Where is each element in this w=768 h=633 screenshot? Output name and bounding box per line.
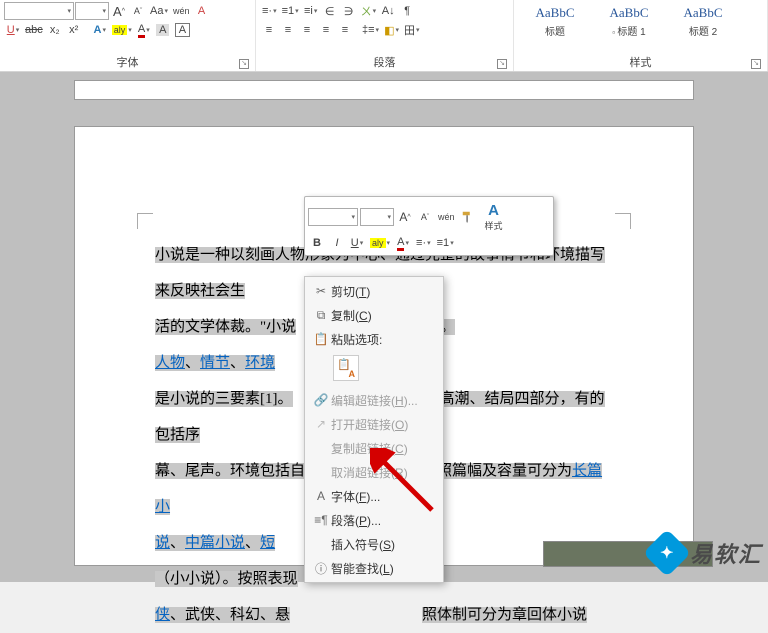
shrink-font-button[interactable]: Aˇ	[129, 2, 147, 20]
copy-icon: ⧉	[311, 308, 331, 323]
grow-font-button[interactable]: A^	[110, 2, 128, 20]
menu-open-hyperlink: ↗ 打开超链接(O)	[307, 412, 441, 436]
font-name-combo[interactable]	[4, 2, 74, 20]
mini-shrink-font[interactable]: Aˇ	[416, 208, 434, 226]
link-people[interactable]: 人物	[155, 355, 185, 371]
mini-font-name[interactable]	[308, 208, 358, 226]
mini-numbering[interactable]: ≡1	[435, 234, 456, 252]
style-item-heading1[interactable]: AaBbC 标题 1	[592, 2, 666, 52]
distribute-button[interactable]: ≡	[336, 21, 354, 39]
underline-button[interactable]: U	[4, 21, 22, 39]
mini-toolbar: A^ Aˇ wén A 样式 B I U aly A ≡· ≡1	[304, 196, 554, 256]
char-border-button[interactable]: A	[173, 21, 192, 39]
ribbon: A^ Aˇ Aa wén A U abc x₂ x² A aly A A A 字…	[0, 0, 768, 72]
mini-italic[interactable]: I	[328, 234, 346, 252]
menu-insert-symbol[interactable]: 插入符号(S)	[307, 532, 441, 556]
mini-highlight[interactable]: aly	[368, 234, 392, 252]
margin-corner-tr	[615, 213, 631, 229]
menu-paragraph[interactable]: ≡¶ 段落(P)...	[307, 508, 441, 532]
link-plot[interactable]: 情节	[200, 355, 230, 371]
link-long-novel-2[interactable]: 说	[155, 535, 170, 551]
paragraph-dialog-launcher[interactable]: ↘	[497, 59, 507, 69]
menu-cut[interactable]: ✂ 剪切(T)	[307, 279, 441, 303]
change-case-button[interactable]: Aa	[148, 2, 170, 20]
font-color-button[interactable]: A	[135, 21, 153, 39]
mini-styles-button[interactable]: A 样式	[479, 200, 509, 234]
phonetic-guide-button[interactable]: wén	[171, 2, 192, 20]
align-center-button[interactable]: ≡	[279, 21, 297, 39]
line-spacing-button[interactable]: ‡≡	[360, 21, 381, 39]
paragraph-icon: ≡¶	[311, 513, 331, 527]
paste-keep-text-only[interactable]	[333, 355, 359, 381]
font-group-label: 字体↘	[4, 52, 251, 71]
watermark-text: 易软汇	[690, 537, 762, 569]
mini-phonetic[interactable]: wén	[436, 208, 457, 226]
mini-grow-font[interactable]: A^	[396, 208, 414, 226]
styles-group: AaBbC 标题 AaBbC 标题 1 AaBbC 标题 2 样式↘	[514, 0, 768, 71]
link-mid-novel[interactable]: 中篇小说	[185, 535, 245, 551]
font-group: A^ Aˇ Aa wén A U abc x₂ x² A aly A A A 字…	[0, 0, 256, 71]
asian-layout-button[interactable]: ㄨ	[359, 2, 379, 20]
watermark-logo: ✦	[643, 529, 691, 577]
mini-bold[interactable]: B	[308, 234, 326, 252]
increase-indent-button[interactable]: ∋	[340, 2, 358, 20]
shading-button[interactable]: ◧	[382, 21, 401, 39]
paragraph-group-label: 段落↘	[260, 52, 509, 71]
paste-icon: 📋	[311, 332, 331, 346]
numbering-button[interactable]: ≡1	[280, 2, 301, 20]
multilevel-button[interactable]: ≡i	[302, 2, 320, 20]
font-size-combo[interactable]	[75, 2, 109, 20]
menu-copy[interactable]: ⧉ 复制(C)	[307, 303, 441, 327]
text-effects-button[interactable]: A	[91, 21, 109, 39]
borders-button[interactable]: 田	[402, 21, 422, 39]
mini-bullets[interactable]: ≡·	[414, 234, 433, 252]
align-left-button[interactable]: ≡	[260, 21, 278, 39]
style-item-heading[interactable]: AaBbC 标题	[518, 2, 592, 52]
open-link-icon: ↗	[311, 417, 331, 431]
style-item-heading2[interactable]: AaBbC 标题 2	[666, 2, 740, 52]
bullets-button[interactable]: ≡·	[260, 2, 279, 20]
sort-button[interactable]: A↓	[379, 2, 397, 20]
lookup-icon: ⓘ	[311, 560, 331, 577]
superscript-button[interactable]: x²	[65, 21, 83, 39]
font-dialog-launcher[interactable]: ↘	[239, 59, 249, 69]
link-short-novel[interactable]: 短	[260, 535, 275, 551]
hyperlink-icon: 🔗	[311, 393, 331, 407]
char-shading-button[interactable]: A	[154, 21, 172, 39]
paragraph-group: ≡· ≡1 ≡i ∈ ∋ ㄨ A↓ ¶ ≡ ≡ ≡ ≡ ≡ ‡≡ ◧ 田 段落↘	[256, 0, 514, 71]
margin-corner-tl	[137, 213, 153, 229]
document-workspace: 小说是一种以刻画人物形象为中心、通过完整的故事情节和环境描写来反映社会生 活的文…	[0, 72, 768, 582]
mini-format-painter[interactable]	[459, 208, 477, 226]
format-painter-icon	[461, 210, 475, 224]
link-wuxia[interactable]: 侠	[155, 607, 170, 623]
menu-copy-hyperlink: 复制超链接(C)	[307, 436, 441, 460]
mini-underline[interactable]: U	[348, 234, 366, 252]
menu-remove-hyperlink: 取消超链接(R)	[307, 460, 441, 484]
style-gallery[interactable]: AaBbC 标题 AaBbC 标题 1 AaBbC 标题 2	[518, 2, 763, 52]
paste-options-gallery	[307, 351, 441, 388]
link-environment[interactable]: 环境	[245, 355, 275, 371]
cut-icon: ✂	[311, 284, 331, 298]
watermark: ✦ 易软汇	[650, 536, 762, 570]
prev-page-edge	[74, 80, 694, 100]
mini-font-color[interactable]: A	[394, 234, 412, 252]
strikethrough-button[interactable]: abc	[23, 21, 45, 39]
clear-formatting-button[interactable]: A	[193, 2, 211, 20]
menu-smart-lookup[interactable]: ⓘ 智能查找(L)	[307, 556, 441, 580]
subscript-button[interactable]: x₂	[46, 21, 64, 39]
font-icon: A	[311, 489, 331, 503]
menu-paste-options-label: 📋 粘贴选项:	[307, 327, 441, 351]
context-menu: ✂ 剪切(T) ⧉ 复制(C) 📋 粘贴选项: 🔗 编辑超链接(H)... ↗ …	[304, 276, 444, 583]
align-right-button[interactable]: ≡	[298, 21, 316, 39]
highlight-button[interactable]: aly	[110, 21, 134, 39]
menu-edit-hyperlink: 🔗 编辑超链接(H)...	[307, 388, 441, 412]
show-marks-button[interactable]: ¶	[398, 2, 416, 20]
menu-font[interactable]: A 字体(F)...	[307, 484, 441, 508]
mini-font-size[interactable]	[360, 208, 394, 226]
styles-dialog-launcher[interactable]: ↘	[751, 59, 761, 69]
styles-group-label: 样式↘	[518, 52, 763, 71]
justify-button[interactable]: ≡	[317, 21, 335, 39]
decrease-indent-button[interactable]: ∈	[321, 2, 339, 20]
